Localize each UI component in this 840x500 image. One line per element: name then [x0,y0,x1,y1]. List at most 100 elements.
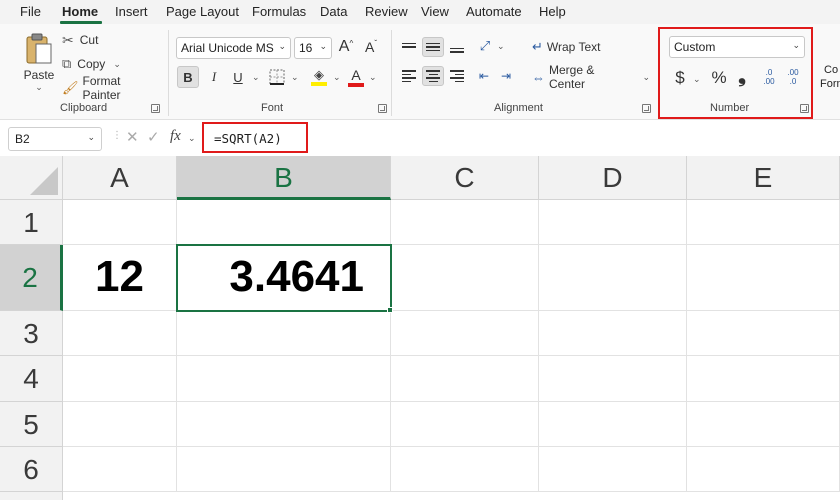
row-header-4[interactable]: 4 [0,356,63,402]
chevron-down-icon: ⌄ [642,71,650,82]
decrease-indent-icon: ⇤ [478,69,490,83]
decrease-font-size-button[interactable]: Aˇ [362,36,380,58]
row-header-7[interactable] [0,492,63,500]
chevron-down-icon[interactable]: ⌄ [252,72,260,83]
cell-c2[interactable] [391,245,539,311]
cell-b4[interactable] [177,356,391,402]
cell-e3[interactable] [687,311,840,356]
cell-b5[interactable] [177,402,391,447]
italic-icon: I [211,69,217,84]
tab-home[interactable]: Home [62,4,98,19]
tab-page-layout[interactable]: Page Layout [166,4,239,19]
bold-button[interactable]: B [177,66,199,88]
more-options-icon[interactable]: ⋮ [112,130,122,141]
name-box[interactable]: B2 ⌄ [8,127,102,151]
cell-c3[interactable] [391,311,539,356]
row-header-2[interactable]: 2 [0,245,63,311]
chevron-down-icon[interactable]: ⌄ [188,133,196,144]
cell-d5[interactable] [539,402,687,447]
alignment-launcher-icon[interactable] [642,104,651,113]
orientation-button[interactable]: ⤢ [474,36,496,56]
paste-button[interactable]: Paste ⌄ [20,32,58,102]
cell-b3[interactable] [177,311,391,356]
column-header-e[interactable]: E [687,156,840,200]
chevron-down-icon[interactable]: ⌄ [369,72,377,83]
chevron-down-icon[interactable]: ⌄ [333,72,341,83]
tab-data[interactable]: Data [320,4,347,19]
format-painter-label: Format Painter [82,74,121,102]
italic-button[interactable]: I [204,66,224,88]
cell-e6[interactable] [687,447,840,492]
cell-a5[interactable] [63,402,177,447]
tab-review[interactable]: Review [365,4,408,19]
row-header-6[interactable]: 6 [0,447,63,492]
cell-b6[interactable] [177,447,391,492]
cell-a4[interactable] [63,356,177,402]
column-header-d[interactable]: D [539,156,687,200]
font-name-dropdown[interactable]: Arial Unicode MS ⌄ [176,37,291,59]
cell-d4[interactable] [539,356,687,402]
tab-view[interactable]: View [421,4,449,19]
fill-handle[interactable] [387,307,393,313]
clipboard-launcher-icon[interactable] [151,104,160,113]
cell-e5[interactable] [687,402,840,447]
conditional-formatting-label-2[interactable]: Form [820,78,840,90]
format-painter-button[interactable]: 🖌 Format Painter [62,74,158,102]
bottom-align-button[interactable] [446,37,468,57]
insert-function-icon[interactable]: fx [170,128,181,145]
cell-a6[interactable] [63,447,177,492]
menu-bar: File Home Insert Page Layout Formulas Da… [0,0,840,24]
tab-file[interactable]: File [20,4,41,19]
select-all-button[interactable] [0,156,63,200]
increase-font-size-button[interactable]: A ^ [337,36,355,58]
cell-c4[interactable] [391,356,539,402]
align-center-button[interactable] [422,66,444,86]
underline-button[interactable]: U [228,66,248,88]
top-align-button[interactable] [398,37,420,57]
cell-d6[interactable] [539,447,687,492]
cell-c5[interactable] [391,402,539,447]
cell-c1[interactable] [391,200,539,245]
cell-d3[interactable] [539,311,687,356]
font-color-button[interactable]: A [346,66,366,88]
cell-d1[interactable] [539,200,687,245]
row-header-1[interactable]: 1 [0,200,63,245]
conditional-formatting-label-1[interactable]: Co [824,64,838,76]
borders-button[interactable] [266,66,288,88]
fill-color-button[interactable]: ◈ [308,66,330,88]
merge-center-button[interactable]: ⇔ Merge & Center ⌄ [532,63,650,91]
cell-c6[interactable] [391,447,539,492]
tab-insert[interactable]: Insert [115,4,148,19]
chevron-down-icon: ⌄ [113,58,121,69]
tab-help[interactable]: Help [539,4,566,19]
cancel-icon[interactable]: ✕ [126,128,139,146]
font-size-dropdown[interactable]: 16 ⌄ [294,37,332,59]
wrap-text-button[interactable]: ↵ Wrap Text [532,36,612,58]
cell-b1[interactable] [177,200,391,245]
align-right-button[interactable] [446,66,468,86]
column-header-a[interactable]: A [63,156,177,200]
cell-a2[interactable]: 12 [63,245,177,311]
tab-automate[interactable]: Automate [466,4,522,19]
row-header-3[interactable]: 3 [0,311,63,356]
middle-align-button[interactable] [422,37,444,57]
cut-button[interactable]: ✂ Cut [62,30,142,50]
copy-button[interactable]: ⧉ Copy ⌄ [62,54,142,74]
tab-formulas[interactable]: Formulas [252,4,306,19]
cell-e4[interactable] [687,356,840,402]
cell-e1[interactable] [687,200,840,245]
enter-check-icon[interactable]: ✓ [147,128,160,146]
cell-a1[interactable] [63,200,177,245]
cell-d2[interactable] [539,245,687,311]
cell-a3[interactable] [63,311,177,356]
chevron-down-icon[interactable]: ⌄ [291,72,299,83]
font-launcher-icon[interactable] [378,104,387,113]
cell-e2[interactable] [687,245,840,311]
decrease-indent-button[interactable]: ⇤ [474,66,494,86]
align-left-button[interactable] [398,66,420,86]
column-header-b[interactable]: B [177,156,391,200]
chevron-down-icon[interactable]: ⌄ [497,41,505,52]
row-header-5[interactable]: 5 [0,402,63,447]
column-header-c[interactable]: C [391,156,539,200]
increase-indent-button[interactable]: ⇥ [496,66,516,86]
